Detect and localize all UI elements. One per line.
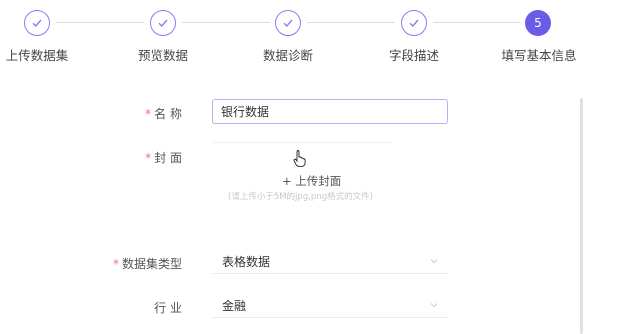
dataset-type-select[interactable]: 表格数据 xyxy=(212,249,448,274)
hand-pointer-icon xyxy=(293,150,306,167)
step-connector xyxy=(56,22,144,23)
step-label-diagnose: 数据诊断 xyxy=(262,48,314,63)
step-label-fields: 字段描述 xyxy=(388,48,440,63)
dataset-type-label: * 数据集类型 xyxy=(112,257,182,271)
step-5-current: 5 xyxy=(525,10,551,36)
step-label-preview: 预览数据 xyxy=(137,48,189,63)
required-mark: * xyxy=(145,151,152,165)
stepper: 5 上传数据集 预览数据 数据诊断 字段描述 填写基本信息 xyxy=(0,0,643,80)
cover-upload-border xyxy=(212,142,392,143)
check-icon xyxy=(409,19,419,28)
step-3-check[interactable] xyxy=(275,10,301,36)
check-icon xyxy=(32,19,42,28)
name-label: * 名 称 xyxy=(145,107,182,121)
step-2-check[interactable] xyxy=(150,10,176,36)
step-label-basic-info: 填写基本信息 xyxy=(501,48,577,63)
industry-value: 金融 xyxy=(222,298,247,313)
step-connector xyxy=(433,22,521,23)
industry-label: 行 业 xyxy=(154,301,182,315)
step-label-upload: 上传数据集 xyxy=(5,48,69,63)
cover-label: * 封 面 xyxy=(145,151,182,165)
required-mark: * xyxy=(112,257,119,271)
scrollbar[interactable] xyxy=(580,98,583,334)
step-4-check[interactable] xyxy=(401,10,427,36)
step-connector xyxy=(182,22,270,23)
upload-hint: (请上传小于5M的jpg,png格式的文件) xyxy=(228,192,373,202)
step-1-check[interactable] xyxy=(24,10,50,36)
industry-select[interactable]: 金融 xyxy=(212,293,448,318)
step-number: 5 xyxy=(534,16,542,30)
name-input[interactable]: 银行数据 xyxy=(212,99,448,124)
upload-cover-button[interactable]: + 上传封面 xyxy=(282,173,341,189)
step-connector xyxy=(307,22,395,23)
dataset-type-value: 表格数据 xyxy=(222,254,271,269)
check-icon xyxy=(158,19,168,28)
chevron-down-icon xyxy=(430,259,438,264)
check-icon xyxy=(283,19,293,28)
required-mark: * xyxy=(145,107,152,121)
chevron-down-icon xyxy=(430,303,438,308)
